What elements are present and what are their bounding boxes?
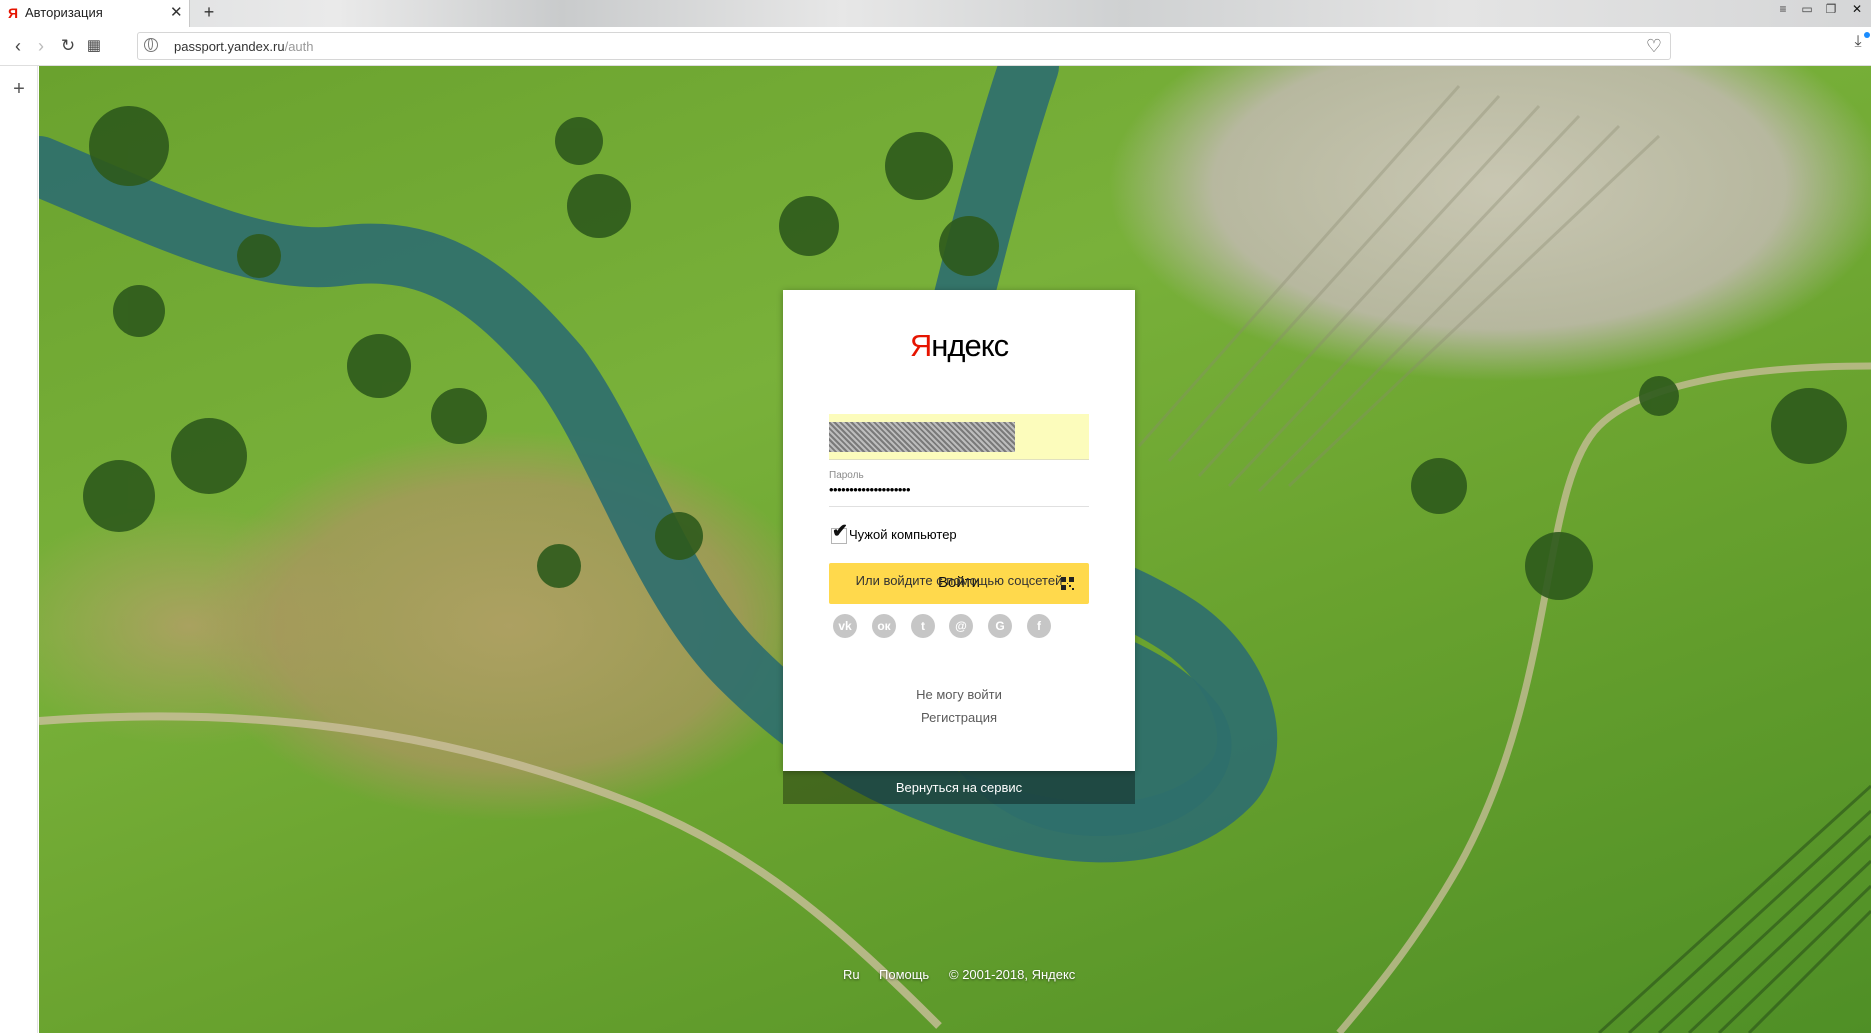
- back-to-service-button[interactable]: Вернуться на сервис: [783, 771, 1135, 804]
- foreign-computer-label[interactable]: Чужой компьютер: [849, 527, 957, 542]
- tab-grid-icon[interactable]: ▦: [82, 35, 106, 57]
- tab-authorization[interactable]: Я Авторизация ✕: [0, 0, 190, 27]
- login-card: Яндекс Пароль •••••••••••••••••••• ✔ Чуж…: [783, 290, 1135, 771]
- password-input[interactable]: ••••••••••••••••••••: [829, 480, 1089, 507]
- footer: Ru Помощь © 2001-2018, Яндекс: [39, 967, 1871, 987]
- tab-title: Авторизация: [25, 5, 103, 20]
- logo-rest: ндекс: [931, 328, 1009, 363]
- close-tab-icon[interactable]: ✕: [170, 3, 183, 21]
- browser-toolbar: ‹ › ↻ ▦ passport.yandex.ru/auth ♡ ⤓: [0, 27, 1871, 66]
- google-icon[interactable]: G: [988, 614, 1012, 638]
- window-controls: ≡ ▭ ❐ ✕: [1771, 0, 1871, 18]
- facebook-icon[interactable]: f: [1027, 614, 1051, 638]
- download-indicator-dot: [1864, 32, 1870, 38]
- url-text[interactable]: passport.yandex.ru/auth: [174, 39, 314, 54]
- cant-login-link[interactable]: Не могу войти: [783, 687, 1135, 702]
- help-link[interactable]: Помощь: [879, 967, 929, 982]
- social-login-title: Или войдите с помощью соцсетей: [855, 573, 1063, 588]
- reload-button[interactable]: ↻: [56, 35, 80, 57]
- twitter-icon[interactable]: t: [911, 614, 935, 638]
- minimize-button[interactable]: ▭: [1795, 0, 1819, 18]
- odnoklassniki-icon[interactable]: ок: [872, 614, 896, 638]
- vk-icon[interactable]: vk: [833, 614, 857, 638]
- social-login-buttons: vk ок t @ G f: [831, 614, 1087, 640]
- sidebar-add-icon[interactable]: +: [9, 78, 29, 101]
- auth-page: Яндекс Пароль •••••••••••••••••••• ✔ Чуж…: [39, 66, 1871, 1033]
- heart-bookmark-icon[interactable]: ♡: [1646, 36, 1662, 57]
- tab-bar: Я Авторизация ✕ + ≡ ▭ ❐ ✕: [0, 0, 1871, 27]
- foreign-computer-checkbox[interactable]: ✔: [831, 522, 848, 544]
- back-to-service-label: Вернуться на сервис: [895, 780, 1023, 795]
- yandex-favicon-icon: Я: [7, 5, 19, 21]
- redacted-login-value: [829, 422, 1015, 452]
- url-host: passport.yandex.ru: [174, 39, 285, 54]
- browser-sidebar: +: [0, 66, 38, 1033]
- language-link[interactable]: Ru: [843, 967, 860, 982]
- password-value: ••••••••••••••••••••: [829, 482, 911, 497]
- browser-menu-icon[interactable]: ≡: [1771, 0, 1795, 18]
- globe-icon: [144, 38, 158, 52]
- login-input[interactable]: [829, 414, 1089, 460]
- url-path: /auth: [284, 39, 314, 54]
- new-tab-button[interactable]: +: [199, 2, 219, 23]
- register-link[interactable]: Регистрация: [783, 710, 1135, 725]
- close-window-button[interactable]: ✕: [1843, 0, 1871, 18]
- restore-button[interactable]: ❐: [1819, 0, 1843, 18]
- mail-ru-icon[interactable]: @: [949, 614, 973, 638]
- logo-first-letter: Я: [909, 328, 932, 363]
- address-bar[interactable]: passport.yandex.ru/auth ♡: [137, 32, 1671, 60]
- copyright-text[interactable]: © 2001-2018, Яндекс: [949, 967, 1075, 982]
- yandex-logo[interactable]: Яндекс: [783, 328, 1135, 364]
- checkmark-icon: ✔: [832, 521, 848, 542]
- forward-button[interactable]: ›: [29, 35, 53, 57]
- back-button[interactable]: ‹: [6, 35, 30, 57]
